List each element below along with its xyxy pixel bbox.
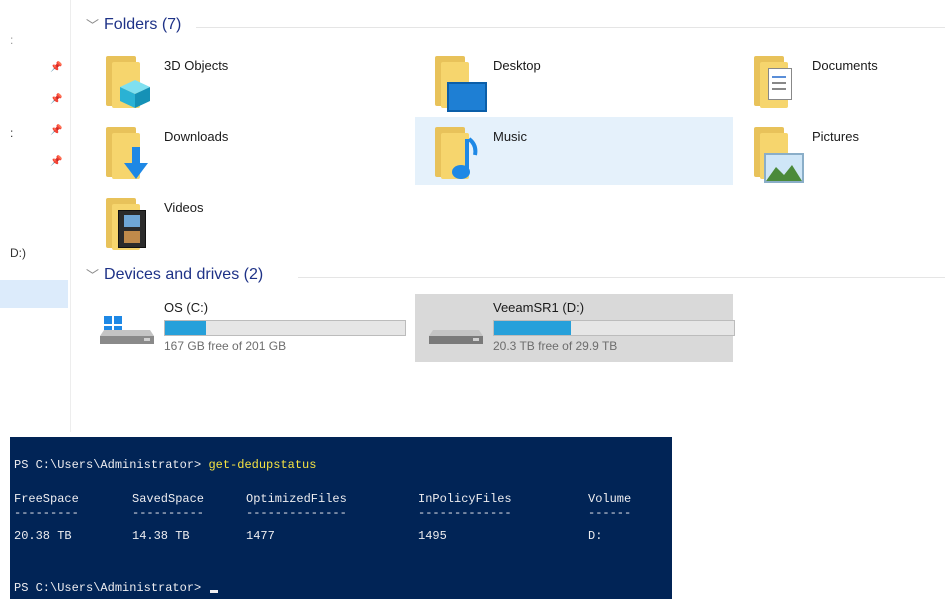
cell-free-space: 20.38 TB (14, 529, 72, 543)
drives-group-header[interactable]: ﹀ Devices and drives (2) (86, 265, 263, 284)
chevron-down-icon: ﹀ (86, 268, 100, 283)
nav-selected-item[interactable] (0, 280, 68, 308)
column-header: InPolicyFiles (418, 492, 512, 506)
folder-label: Downloads (164, 129, 229, 144)
drives-header-label: Devices and drives (2) (104, 265, 264, 283)
group-divider (196, 27, 945, 28)
terminal-command-line: PS C:\Users\Administrator> get-dedupstat… (14, 458, 316, 472)
pin-icon[interactable]: 📌 (50, 156, 62, 168)
drive-free-space: 167 GB free of 201 GB (164, 339, 287, 353)
nav-fragment[interactable]: : (10, 33, 13, 47)
column-header: Volume (588, 492, 632, 506)
pin-icon[interactable]: 📌 (50, 94, 62, 106)
hard-drive-icon (429, 330, 483, 344)
folder-label: Pictures (812, 129, 859, 144)
drive-tile-d[interactable]: VeeamSR1 (D:) 20.3 TB free of 29.9 TB (415, 294, 735, 362)
videos-folder-icon (106, 194, 152, 252)
folder-label: Videos (164, 200, 204, 215)
3d-objects-folder-icon (106, 52, 152, 110)
drive-tile-c[interactable]: OS (C:) 167 GB free of 201 GB (86, 294, 406, 362)
column-header: OptimizedFiles (246, 492, 347, 506)
documents-folder-icon (754, 52, 800, 110)
cell-in-policy-files: 1495 (418, 529, 447, 543)
drive-usage-fill (165, 321, 206, 335)
drive-free-space: 20.3 TB free of 29.9 TB (493, 339, 618, 353)
folder-tile-3d-objects[interactable]: 3D Objects (86, 46, 404, 114)
folder-tile-pictures[interactable]: Pictures (734, 117, 945, 185)
column-underline: --------- (14, 506, 79, 520)
drive-label: OS (C:) (164, 300, 209, 315)
downloads-folder-icon (106, 123, 152, 181)
column-underline: ---------- (132, 506, 205, 520)
desktop-folder-icon (435, 52, 487, 112)
column-underline: ------ (588, 506, 632, 520)
folders-header-label: Folders (7) (104, 15, 182, 33)
nav-fragment[interactable]: : (10, 126, 13, 140)
folder-label: Documents (812, 58, 878, 73)
folder-tile-downloads[interactable]: Downloads (86, 117, 404, 185)
column-header: SavedSpace (132, 492, 205, 506)
pin-icon[interactable]: 📌 (50, 125, 62, 137)
nav-item-d-drive[interactable]: D:) (10, 246, 26, 260)
column-underline: -------------- (246, 506, 347, 520)
terminal-prompt: PS C:\Users\Administrator> (14, 458, 209, 472)
drive-usage-bar (493, 320, 735, 336)
terminal-command: get-dedupstatus (208, 458, 317, 472)
folder-label: Desktop (493, 58, 541, 73)
folder-tile-music[interactable]: Music (415, 117, 733, 185)
folder-tile-desktop[interactable]: Desktop (415, 46, 733, 114)
cell-saved-space: 14.38 TB (132, 529, 190, 543)
column-underline: ------------- (418, 506, 512, 520)
pin-icon[interactable]: 📌 (50, 62, 62, 74)
drive-label: VeeamSR1 (D:) (493, 300, 585, 315)
folders-group-header[interactable]: ﹀ Folders (7) (86, 15, 181, 34)
folder-tile-documents[interactable]: Documents (734, 46, 945, 114)
drive-usage-fill (494, 321, 571, 335)
pictures-folder-icon (754, 123, 804, 183)
file-explorer-window: 📌 📌 📌 📌 : : D:) ﹀ Folders (7) 3D Objects (0, 0, 945, 432)
terminal-prompt-line[interactable]: PS C:\Users\Administrator> (14, 581, 219, 595)
column-header: FreeSpace (14, 492, 79, 506)
folder-label: 3D Objects (164, 58, 229, 73)
chevron-down-icon: ﹀ (86, 18, 100, 33)
folder-tile-videos[interactable]: Videos (86, 188, 404, 256)
terminal-prompt: PS C:\Users\Administrator> (14, 581, 209, 595)
navigation-pane[interactable]: 📌 📌 📌 📌 : : D:) (0, 0, 71, 432)
cell-optimized-files: 1477 (246, 529, 275, 543)
hard-drive-icon (100, 330, 154, 344)
powershell-terminal[interactable]: PS C:\Users\Administrator> get-dedupstat… (10, 437, 672, 599)
music-folder-icon (435, 123, 481, 181)
text-cursor (210, 590, 219, 593)
drive-usage-bar (164, 320, 406, 336)
cell-volume: D: (588, 529, 603, 543)
group-divider (298, 277, 945, 278)
folder-label: Music (493, 129, 527, 144)
